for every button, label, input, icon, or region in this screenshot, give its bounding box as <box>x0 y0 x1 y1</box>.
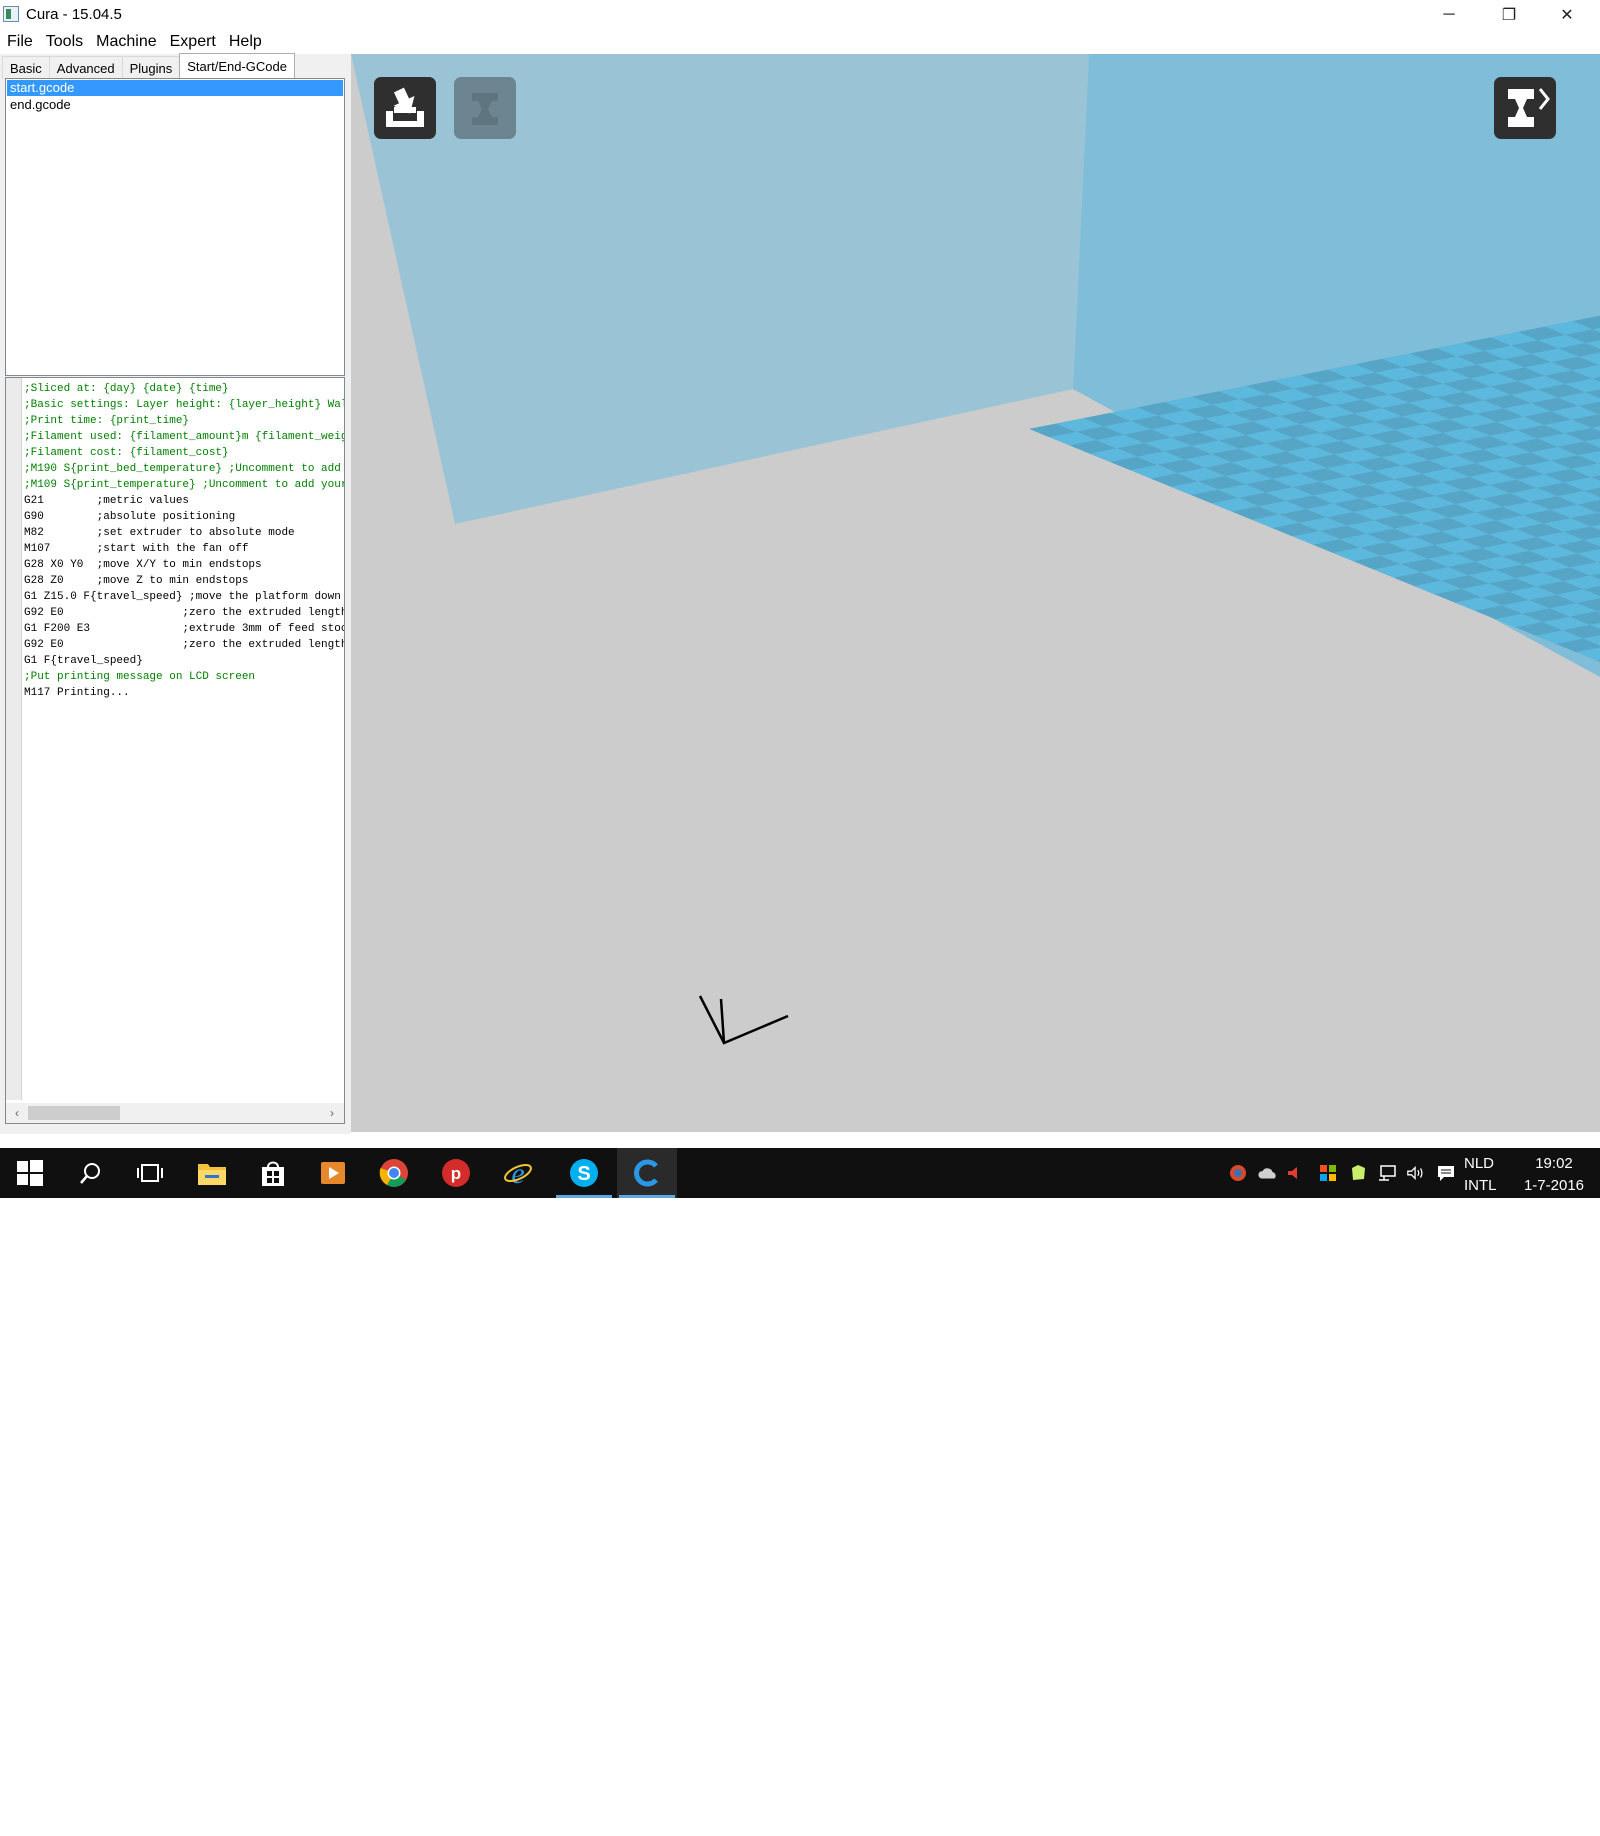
menu-bar: File Tools Machine Expert Help <box>0 30 1600 54</box>
keyboard-layout: INTL <box>1464 1177 1497 1194</box>
menu-machine[interactable]: Machine <box>89 30 162 54</box>
print-icon <box>472 93 498 125</box>
load-model-icon <box>386 87 424 127</box>
svg-text:p: p <box>451 1164 461 1183</box>
print-button[interactable] <box>454 77 516 139</box>
load-model-button[interactable] <box>374 77 436 139</box>
app-icon <box>3 6 19 22</box>
title-bar: Cura - 15.04.5 ─ ❐ ✕ <box>0 0 1600 30</box>
store-button[interactable] <box>243 1148 303 1198</box>
gcode-line: ;M109 S{print_temperature} ;Uncomment to… <box>24 479 344 491</box>
close-button[interactable]: ✕ <box>1538 0 1596 30</box>
chrome-button[interactable] <box>364 1148 424 1198</box>
skype-icon: S <box>570 1159 598 1187</box>
gcode-line: G1 F{travel_speed} <box>24 655 143 667</box>
gcode-line: G21 ;metric values <box>24 495 190 507</box>
notifications-icon[interactable] <box>1436 1163 1456 1183</box>
svg-text:e: e <box>511 1158 524 1188</box>
gcode-line: G28 X0 Y0 ;move X/Y to min endstops <box>24 559 262 571</box>
clock-date: 1-7-2016 <box>1523 1177 1585 1194</box>
minimize-button[interactable]: ─ <box>1420 0 1478 30</box>
gcode-line: G92 E0 ;zero the extruded length <box>24 607 344 619</box>
restore-button[interactable]: ❐ <box>1480 0 1538 30</box>
internet-explorer-icon: e <box>504 1158 532 1188</box>
windows-start-button[interactable] <box>0 1148 60 1198</box>
media-player-button[interactable] <box>303 1148 363 1198</box>
windows-flag-icon[interactable] <box>1318 1163 1338 1183</box>
build-volume <box>351 54 1600 1132</box>
svg-text:S: S <box>577 1163 590 1185</box>
gcode-line: M117 Printing... <box>24 687 130 699</box>
store-icon <box>262 1161 284 1186</box>
chrome-icon <box>379 1159 408 1187</box>
volume-muted-icon[interactable] <box>1284 1163 1304 1183</box>
gcode-line: G90 ;absolute positioning <box>24 511 236 523</box>
gcode-editor[interactable]: ;Sliced at: {day} {date} {time} ;Basic se… <box>5 377 345 1124</box>
settings-tabs: Basic Advanced Plugins Start/End-GCode <box>2 53 295 80</box>
taskbar: p e S <box>0 1148 1600 1198</box>
list-item-start-gcode[interactable]: start.gcode <box>7 80 343 96</box>
gcode-line: G28 Z0 ;move Z to min endstops <box>24 575 249 587</box>
3d-viewport[interactable] <box>351 54 1600 1132</box>
gcode-line: M107 ;start with the fan off <box>24 543 249 555</box>
volume-icon[interactable] <box>1406 1163 1426 1183</box>
editor-text[interactable]: ;Sliced at: {day} {date} {time} ;Basic se… <box>24 381 344 1096</box>
app-tray-icon[interactable] <box>1228 1163 1248 1183</box>
gcode-line: ;Basic settings: Layer height: {layer_he… <box>24 399 344 411</box>
gcode-line: ;M190 S{print_bed_temperature} ;Uncommen… <box>24 463 341 475</box>
internet-explorer-button[interactable]: e <box>488 1148 548 1198</box>
tab-basic[interactable]: Basic <box>2 56 50 79</box>
task-view-button[interactable] <box>120 1148 180 1198</box>
cura-taskbar-button[interactable] <box>617 1148 677 1198</box>
skype-button[interactable]: S <box>554 1148 614 1198</box>
gcode-line: ;Filament cost: {filament_cost} <box>24 447 229 459</box>
cura-running-indicator <box>619 1195 675 1198</box>
view-mode-icon <box>1508 88 1550 127</box>
gcode-line: G1 Z15.0 F{travel_speed} ;move the platf… <box>24 591 344 603</box>
gcode-line: G92 E0 ;zero the extruded length again <box>24 639 344 651</box>
file-explorer-icon <box>198 1164 226 1185</box>
menu-expert[interactable]: Expert <box>163 30 222 54</box>
menu-tools[interactable]: Tools <box>39 30 89 54</box>
skype-running-indicator <box>556 1195 612 1198</box>
menu-file[interactable]: File <box>0 30 39 54</box>
editor-gutter <box>6 378 22 1100</box>
horizontal-scrollbar[interactable]: ‹ › <box>6 1103 344 1123</box>
system-clock[interactable]: 19:02 1-7-2016 <box>1509 1153 1599 1197</box>
tab-plugins[interactable]: Plugins <box>121 56 181 79</box>
search-icon <box>80 1163 100 1184</box>
network-icon[interactable] <box>1377 1163 1397 1183</box>
gcode-line: M82 ;set extruder to absolute mode <box>24 527 295 539</box>
gcode-file-list[interactable]: start.gcode end.gcode <box>5 78 345 376</box>
clock-time: 19:02 <box>1535 1155 1573 1172</box>
window-title: Cura - 15.04.5 <box>26 6 122 23</box>
input-language[interactable]: NLD INTL <box>1464 1153 1497 1197</box>
gcode-line: ;Filament used: {filament_amount}m {fila… <box>24 431 344 443</box>
media-player-icon <box>321 1162 345 1184</box>
onedrive-icon[interactable] <box>1258 1163 1278 1183</box>
gcode-line: ;Put printing message on LCD screen <box>24 671 256 683</box>
scroll-right-icon[interactable]: › <box>325 1105 339 1121</box>
pinterest-button[interactable]: p <box>426 1148 486 1198</box>
language-code: NLD <box>1464 1155 1495 1172</box>
tab-start-end-gcode[interactable]: Start/End-GCode <box>179 53 295 80</box>
task-view-icon <box>137 1164 163 1182</box>
tab-advanced[interactable]: Advanced <box>48 56 123 79</box>
cura-icon <box>634 1159 658 1187</box>
view-mode-button[interactable] <box>1494 77 1556 139</box>
windows-start-icon <box>17 1160 43 1186</box>
pinterest-icon: p <box>442 1159 470 1187</box>
evernote-icon[interactable] <box>1348 1163 1368 1183</box>
menu-help[interactable]: Help <box>222 30 268 54</box>
gcode-line: ;Sliced at: {day} {date} {time} <box>24 383 229 395</box>
gcode-line: ;Print time: {print_time} <box>24 415 190 427</box>
gcode-line: G1 F200 E3 ;extrude 3mm of feed stock <box>24 623 344 635</box>
list-item-end-gcode[interactable]: end.gcode <box>7 97 343 113</box>
scroll-left-icon[interactable]: ‹ <box>10 1105 24 1121</box>
scrollbar-thumb[interactable] <box>28 1106 120 1120</box>
search-button[interactable] <box>60 1148 120 1198</box>
file-explorer-button[interactable] <box>182 1148 242 1198</box>
